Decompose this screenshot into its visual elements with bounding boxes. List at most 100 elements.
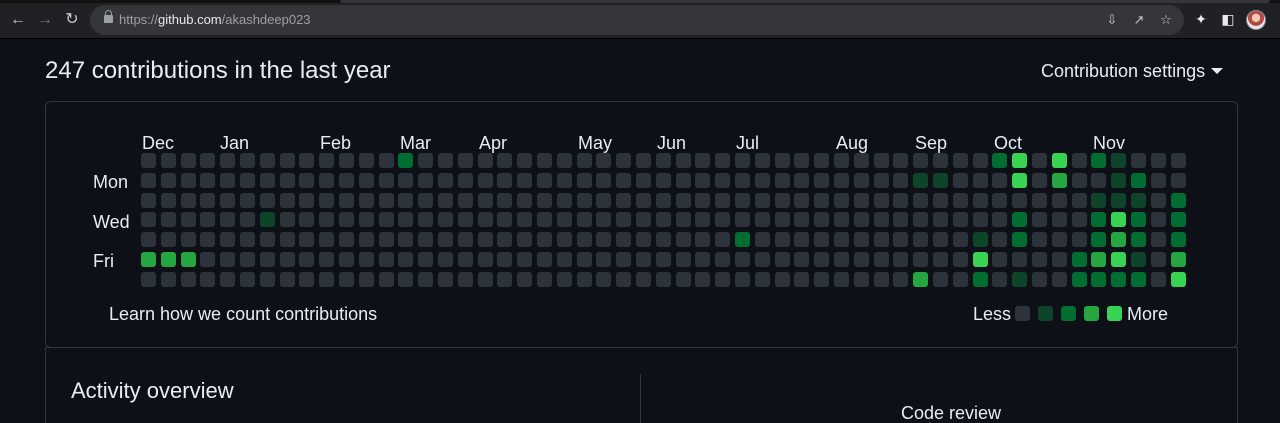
contribution-day-cell[interactable] — [892, 251, 909, 268]
contribution-day-cell[interactable] — [714, 211, 731, 228]
contribution-day-cell[interactable] — [397, 231, 414, 248]
contribution-day-cell[interactable] — [595, 152, 612, 169]
contribution-day-cell[interactable] — [813, 172, 830, 189]
contribution-day-cell[interactable] — [774, 152, 791, 169]
contribution-day-cell[interactable] — [1011, 192, 1028, 209]
contribution-day-cell[interactable] — [615, 271, 632, 288]
contribution-day-cell[interactable] — [298, 271, 315, 288]
address-bar[interactable]: https://github.com/akashdeep023 ⇩ ↗ ☆ — [90, 5, 1184, 35]
contribution-day-cell[interactable] — [595, 192, 612, 209]
contribution-day-cell[interactable] — [793, 231, 810, 248]
contribution-day-cell[interactable] — [516, 251, 533, 268]
contribution-day-cell[interactable] — [833, 172, 850, 189]
contribution-day-cell[interactable] — [1150, 172, 1167, 189]
contribution-day-cell[interactable] — [694, 211, 711, 228]
contribution-day-cell[interactable] — [140, 192, 157, 209]
contribution-day-cell[interactable] — [477, 271, 494, 288]
reload-icon[interactable]: ↻ — [63, 11, 81, 29]
contribution-day-cell[interactable] — [417, 231, 434, 248]
contribution-day-cell[interactable] — [279, 251, 296, 268]
contribution-day-cell[interactable] — [437, 172, 454, 189]
contribution-day-cell[interactable] — [417, 192, 434, 209]
contribution-day-cell[interactable] — [694, 251, 711, 268]
contribution-day-cell[interactable] — [298, 192, 315, 209]
contribution-day-cell[interactable] — [952, 251, 969, 268]
contribution-day-cell[interactable] — [912, 172, 929, 189]
contribution-day-cell[interactable] — [734, 231, 751, 248]
contribution-day-cell[interactable] — [1170, 211, 1187, 228]
contribution-day-cell[interactable] — [1051, 152, 1068, 169]
contribution-day-cell[interactable] — [477, 211, 494, 228]
contribution-day-cell[interactable] — [813, 271, 830, 288]
contribution-day-cell[interactable] — [1011, 211, 1028, 228]
contribution-day-cell[interactable] — [417, 271, 434, 288]
contribution-day-cell[interactable] — [556, 251, 573, 268]
contribution-day-cell[interactable] — [556, 231, 573, 248]
contribution-day-cell[interactable] — [793, 251, 810, 268]
contribution-day-cell[interactable] — [1090, 271, 1107, 288]
contribution-day-cell[interactable] — [1170, 231, 1187, 248]
contribution-day-cell[interactable] — [615, 231, 632, 248]
contribution-day-cell[interactable] — [714, 172, 731, 189]
contribution-day-cell[interactable] — [219, 192, 236, 209]
contribution-day-cell[interactable] — [972, 211, 989, 228]
contribution-day-cell[interactable] — [437, 152, 454, 169]
contribution-day-cell[interactable] — [516, 231, 533, 248]
contribution-day-cell[interactable] — [318, 211, 335, 228]
back-arrow-icon[interactable]: ← — [9, 11, 27, 29]
contribution-day-cell[interactable] — [298, 152, 315, 169]
contribution-day-cell[interactable] — [1110, 251, 1127, 268]
contribution-day-cell[interactable] — [813, 192, 830, 209]
contribution-day-cell[interactable] — [358, 251, 375, 268]
contribution-day-cell[interactable] — [833, 211, 850, 228]
contribution-day-cell[interactable] — [774, 192, 791, 209]
contribution-day-cell[interactable] — [338, 192, 355, 209]
contribution-day-cell[interactable] — [536, 231, 553, 248]
contribution-day-cell[interactable] — [635, 251, 652, 268]
contribution-day-cell[interactable] — [873, 231, 890, 248]
contribution-day-cell[interactable] — [239, 231, 256, 248]
contribution-day-cell[interactable] — [556, 172, 573, 189]
contribution-day-cell[interactable] — [1011, 271, 1028, 288]
contribution-day-cell[interactable] — [496, 211, 513, 228]
contribution-day-cell[interactable] — [793, 271, 810, 288]
contribution-day-cell[interactable] — [358, 271, 375, 288]
contribution-day-cell[interactable] — [932, 211, 949, 228]
contribution-day-cell[interactable] — [833, 231, 850, 248]
contribution-day-cell[interactable] — [932, 251, 949, 268]
contribution-day-cell[interactable] — [932, 172, 949, 189]
contribution-day-cell[interactable] — [457, 251, 474, 268]
contribution-day-cell[interactable] — [853, 211, 870, 228]
contribution-day-cell[interactable] — [1170, 271, 1187, 288]
contribution-day-cell[interactable] — [655, 231, 672, 248]
contribution-day-cell[interactable] — [1110, 192, 1127, 209]
contribution-day-cell[interactable] — [239, 152, 256, 169]
contribution-day-cell[interactable] — [140, 152, 157, 169]
contribution-day-cell[interactable] — [972, 251, 989, 268]
contribution-day-cell[interactable] — [358, 211, 375, 228]
contribution-day-cell[interactable] — [675, 211, 692, 228]
contribution-day-cell[interactable] — [714, 231, 731, 248]
contribution-day-cell[interactable] — [199, 172, 216, 189]
contribution-day-cell[interactable] — [219, 211, 236, 228]
contribution-day-cell[interactable] — [1031, 192, 1048, 209]
contribution-day-cell[interactable] — [536, 152, 553, 169]
contribution-day-cell[interactable] — [972, 152, 989, 169]
contribution-day-cell[interactable] — [437, 231, 454, 248]
contribution-day-cell[interactable] — [318, 152, 335, 169]
contribution-day-cell[interactable] — [259, 152, 276, 169]
contribution-day-cell[interactable] — [298, 211, 315, 228]
contribution-day-cell[interactable] — [813, 251, 830, 268]
contribution-day-cell[interactable] — [714, 271, 731, 288]
contribution-day-cell[interactable] — [774, 231, 791, 248]
contribution-day-cell[interactable] — [417, 251, 434, 268]
learn-how-we-count-link[interactable]: Learn how we count contributions — [109, 304, 377, 325]
contribution-day-cell[interactable] — [853, 152, 870, 169]
contribution-day-cell[interactable] — [892, 152, 909, 169]
contribution-day-cell[interactable] — [991, 172, 1008, 189]
contribution-day-cell[interactable] — [378, 192, 395, 209]
contribution-day-cell[interactable] — [595, 271, 612, 288]
contribution-day-cell[interactable] — [338, 231, 355, 248]
contribution-day-cell[interactable] — [754, 172, 771, 189]
contribution-day-cell[interactable] — [774, 211, 791, 228]
